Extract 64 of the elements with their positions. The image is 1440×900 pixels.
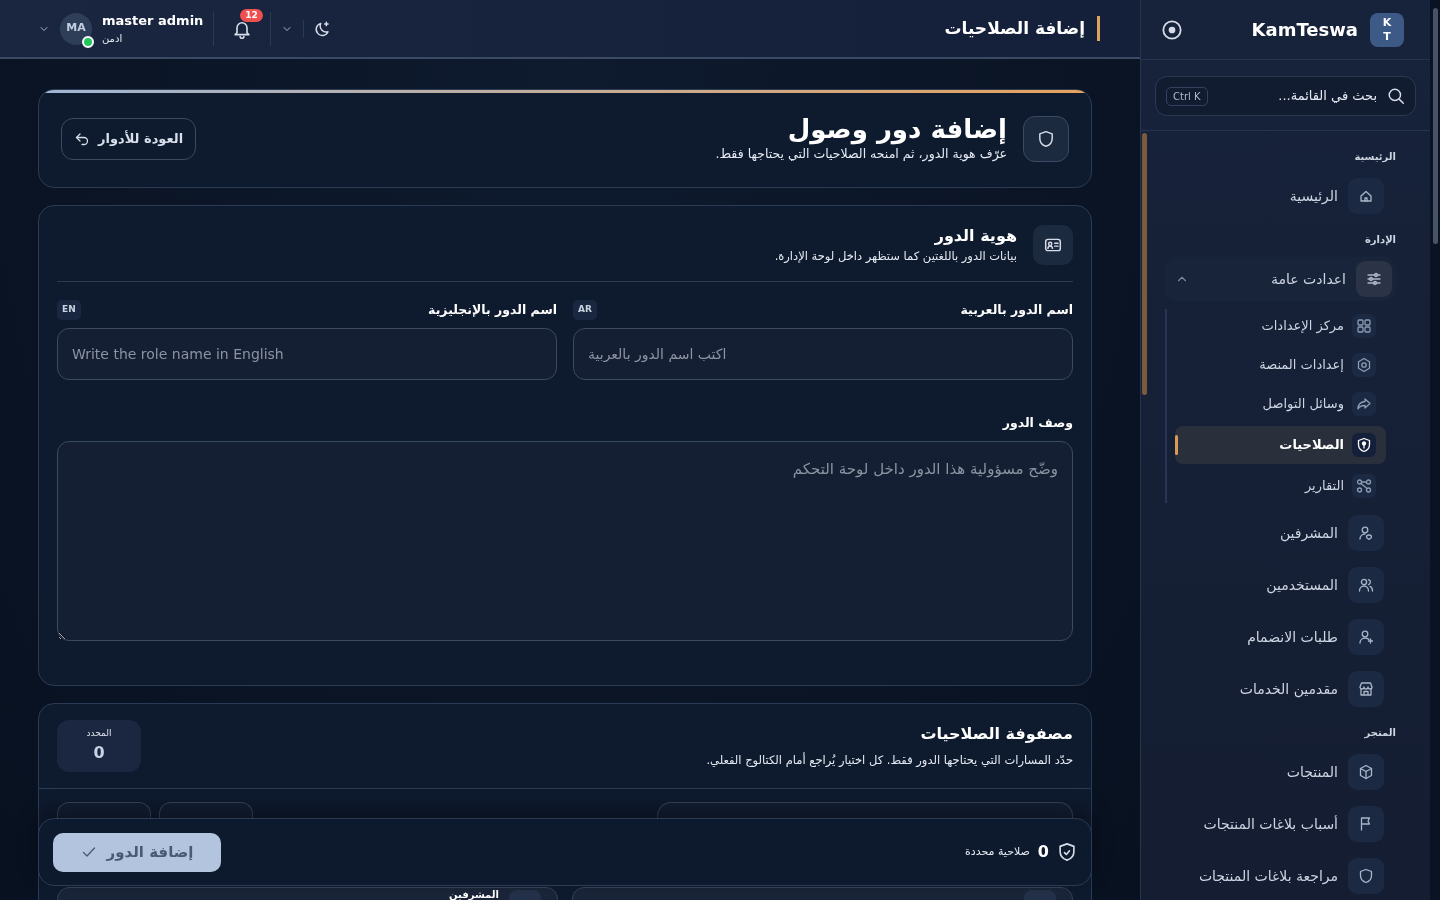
users-icon [1358, 577, 1374, 593]
page-subtitle: عرّف هوية الدور، ثم امنحه الصلاحيات التي يحتاجها فقط. [715, 145, 1007, 164]
section-title: الإدارة [1363, 233, 1396, 247]
brand-name: KamTeswa [1251, 18, 1358, 42]
collapse-toggle[interactable] [1161, 18, 1183, 41]
nav-subitem[interactable]: التقارير [1175, 469, 1386, 503]
menu-search-field[interactable]: بحث في القائمة... [1215, 85, 1379, 107]
nav-subitem[interactable]: مركز الإعدادات [1175, 309, 1386, 343]
store-icon [1358, 681, 1374, 697]
nav-item[interactable]: طلبات الانضمام [1165, 615, 1396, 659]
section-title: مصفوفة الصلاحيات [919, 723, 1073, 746]
notification-badge: 12 [240, 8, 263, 22]
selected-count: 0 [1037, 841, 1049, 863]
selected-count-label: صلاحية محددة [965, 843, 1030, 860]
sliders-icon [1366, 271, 1382, 287]
nav-subitem[interactable]: إعدادات المنصة [1175, 348, 1386, 382]
nav-item[interactable]: المستخدمين [1165, 563, 1396, 607]
scrollbar-thumb[interactable] [1142, 133, 1147, 395]
nav-item[interactable]: أسباب بلاغات المنتجات [1165, 802, 1396, 846]
shield-icon [1358, 868, 1374, 884]
section-subtitle: حدّد المسارات التي يحتاجها الدور فقط. كل اختيار يُراجع أمام الكتالوج الفعلي. [706, 752, 1073, 770]
language-tag: AR [573, 300, 597, 320]
nav-subitem[interactable]: وسائل التواصل [1175, 387, 1386, 421]
shortcut-hint: Ctrl K [1166, 86, 1208, 106]
grid-icon [1356, 318, 1372, 334]
field-label: وصف الدور [1001, 413, 1073, 432]
shieldkey-icon [1356, 437, 1372, 453]
box-icon [1358, 764, 1374, 780]
nav-item[interactable]: مراجعة بلاغات المنتجات [1165, 854, 1396, 898]
page-heading: إضافة دور وصول [786, 113, 1007, 145]
text-input[interactable]: Write the role name in English [57, 327, 557, 380]
home-icon [1358, 188, 1374, 204]
nodes-icon [1356, 478, 1372, 494]
user-role: ادمن [102, 31, 123, 46]
userplus-icon [1358, 629, 1374, 645]
field-label: اسم الدور بالإنجليزية [428, 300, 557, 319]
user-name: master admin [102, 12, 204, 31]
logo-badge: K T [1370, 12, 1404, 47]
back-button[interactable]: العودة للأدوار [61, 117, 197, 160]
shield-check-icon [1057, 842, 1077, 862]
group-title: المشرفين [449, 890, 499, 900]
section-title: المتجر [1363, 726, 1396, 740]
target-icon [1161, 18, 1183, 41]
nav-item[interactable]: الرئيسية [1165, 174, 1396, 218]
nav-item[interactable]: المنتجات [1165, 750, 1396, 794]
section-title: هوية الدور [933, 225, 1017, 247]
nav-item[interactable]: المشرفين [1165, 511, 1396, 555]
nav-subitem[interactable]: الصلاحيات [1175, 426, 1386, 464]
textarea-input[interactable]: وضّح مسؤولية هذا الدور داخل لوحة التحكم [57, 440, 1073, 641]
user-avatar[interactable]: MA [60, 12, 92, 45]
search-icon [1387, 87, 1405, 105]
text-input[interactable]: اكتب اسم الدور بالعربية [573, 327, 1073, 380]
shield-icon [1037, 129, 1055, 148]
section-subtitle: بيانات الدور باللغتين كما ستظهر داخل لوحة الإدارة. [774, 248, 1017, 265]
section-title: الرئيسية [1353, 150, 1396, 164]
active-indicator [1175, 435, 1178, 455]
user-icon [1358, 525, 1374, 541]
field-label: اسم الدور بالعربية [960, 300, 1073, 319]
nav-item[interactable]: مقدمين الخدمات [1165, 667, 1396, 711]
page-title: إضافة الصلاحيات [944, 15, 1100, 42]
share-icon [1356, 396, 1372, 412]
language-tag: EN [57, 300, 81, 320]
scrollbar-thumb[interactable] [1432, 8, 1438, 244]
hexagon-icon [1356, 357, 1372, 373]
